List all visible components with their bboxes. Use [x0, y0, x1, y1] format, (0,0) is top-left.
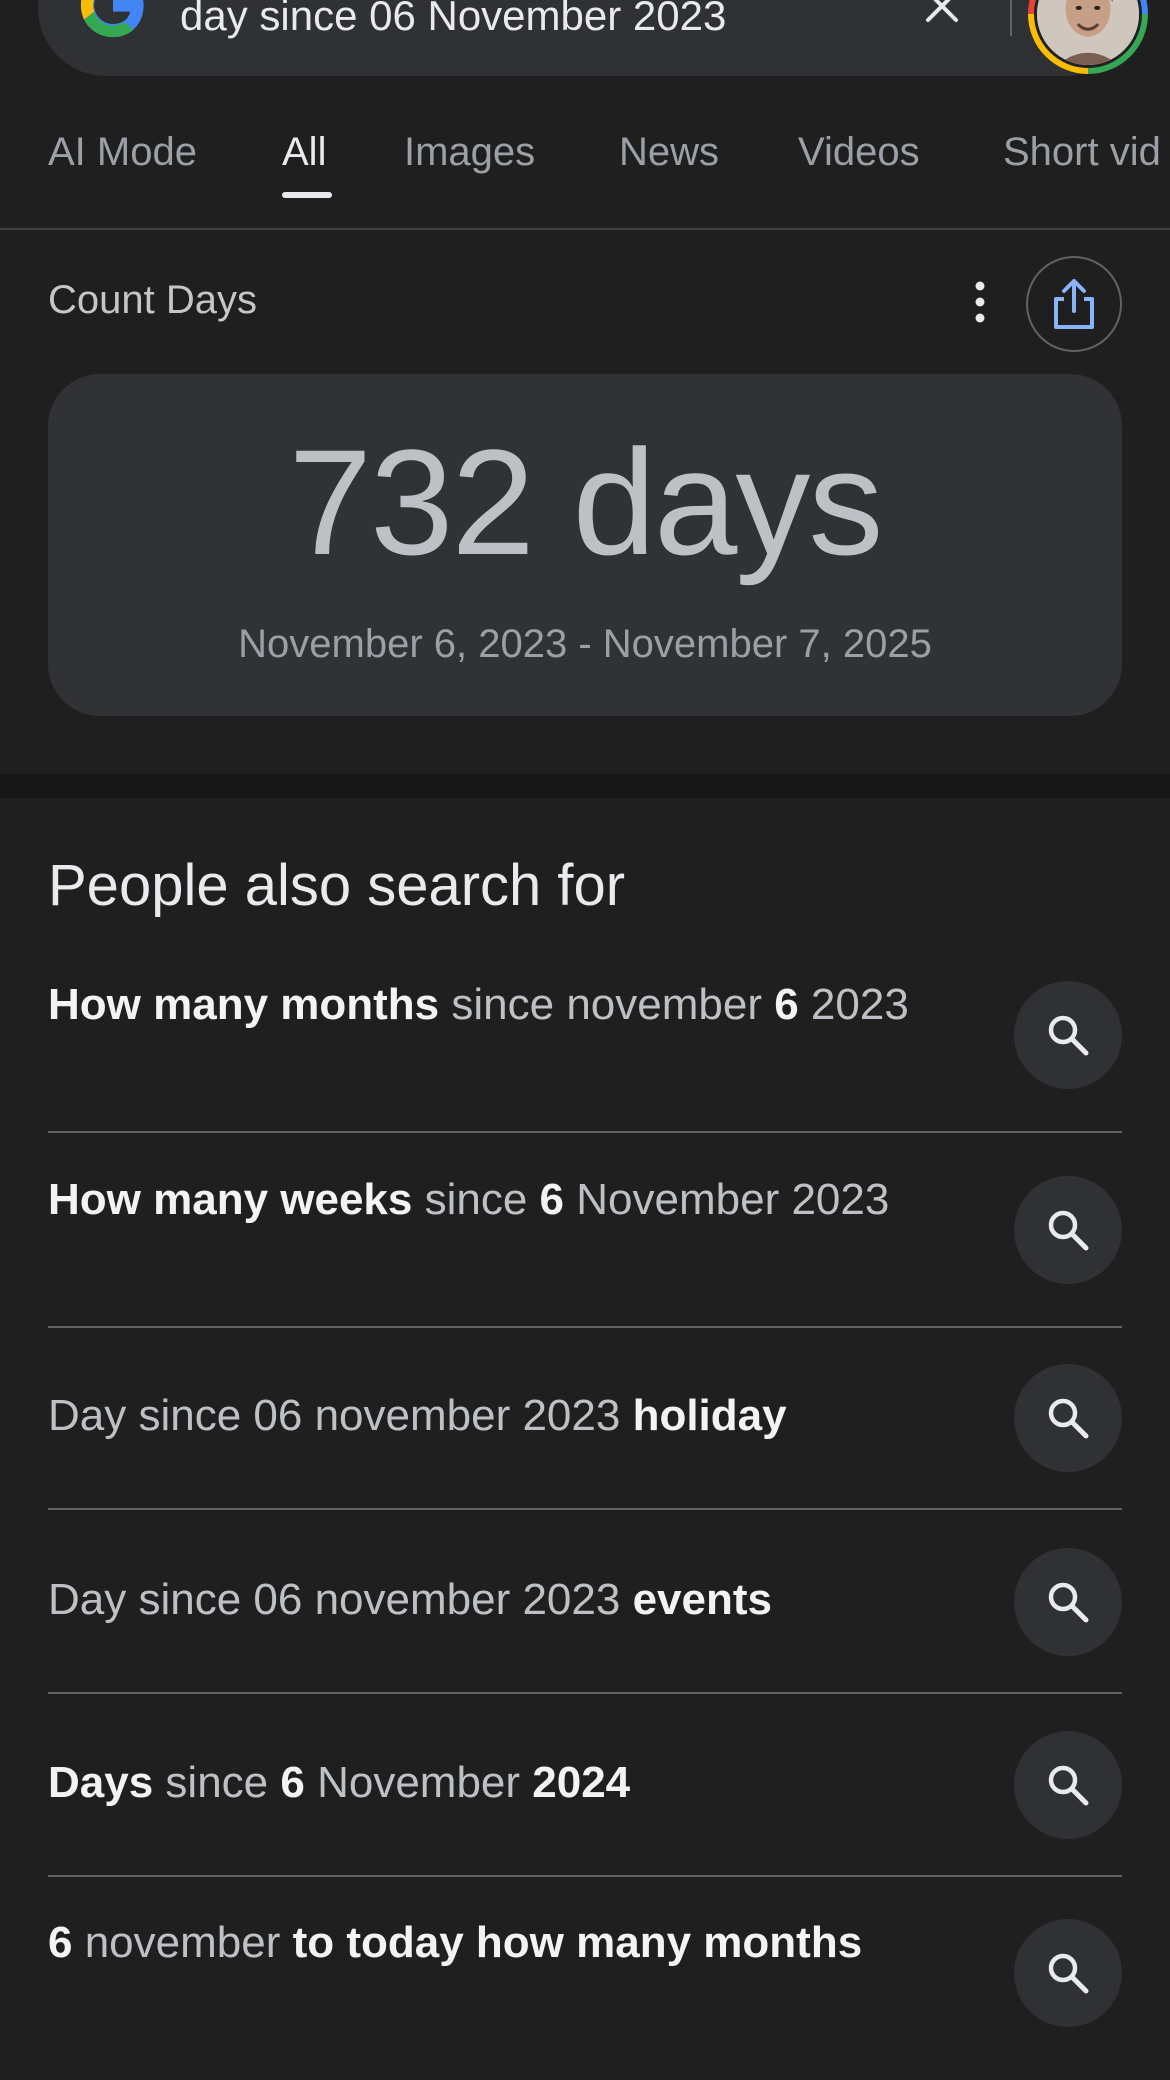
people-also-search-title: People also search for	[48, 853, 626, 918]
query-term: since november	[439, 980, 775, 1029]
highlighted-term: How many months	[48, 980, 440, 1029]
related-search-text[interactable]: Day since 06 november 2023 events	[48, 1570, 928, 1630]
more-vert-icon[interactable]	[968, 278, 992, 326]
related-search-button[interactable]	[1014, 1731, 1122, 1839]
search-icon	[1048, 1015, 1089, 1056]
google-g-icon	[80, 0, 144, 38]
tab-short-videos[interactable]: Short vid	[1003, 130, 1161, 175]
highlighted-term: Days	[48, 1758, 154, 1807]
list-divider	[48, 1508, 1122, 1510]
list-divider	[48, 1131, 1122, 1133]
highlighted-term: 6	[539, 1175, 565, 1224]
query-term: November	[304, 1758, 533, 1807]
person-icon	[1037, 0, 1139, 65]
search-icon	[1048, 1582, 1089, 1623]
query-term: November 2023	[564, 1175, 890, 1224]
related-search-button[interactable]	[1014, 1364, 1122, 1472]
search-icon	[1048, 1398, 1089, 1439]
close-icon[interactable]	[918, 0, 966, 28]
search-query[interactable]: day since 06 November 2023	[180, 0, 726, 40]
list-divider	[48, 1875, 1122, 1877]
list-divider	[48, 1326, 1122, 1328]
related-search-button[interactable]	[1014, 1176, 1122, 1284]
day-count-result: 732 days November 6, 2023 - November 7, …	[48, 374, 1122, 716]
highlighted-term: to today how many months	[292, 1918, 863, 1967]
related-search-text[interactable]: 6 november to today how many months	[48, 1913, 928, 1973]
count-card-title: Count Days	[48, 278, 257, 322]
share-icon	[1054, 279, 1094, 329]
list-divider	[48, 1692, 1122, 1694]
section-divider	[0, 774, 1170, 798]
search-tabs: AI Mode All Images News Videos Short vid	[0, 110, 1170, 230]
related-search-button[interactable]	[1014, 981, 1122, 1089]
active-tab-indicator	[282, 192, 332, 198]
date-range: November 6, 2023 - November 7, 2025	[238, 622, 932, 666]
related-search-text[interactable]: How many months since november 6 2023	[48, 975, 928, 1035]
search-bar-divider	[1010, 0, 1012, 36]
account-avatar[interactable]	[1028, 0, 1148, 74]
highlighted-term: events	[632, 1575, 772, 1624]
search-bar[interactable]: day since 06 November 2023	[38, 0, 1148, 76]
related-search-button[interactable]	[1014, 1919, 1122, 2027]
avatar-photo	[1034, 0, 1142, 68]
tab-ai-mode[interactable]: AI Mode	[48, 130, 197, 175]
search-icon	[1048, 1765, 1089, 1806]
related-search-button[interactable]	[1014, 1548, 1122, 1656]
search-icon	[1048, 1953, 1089, 1994]
query-term: 2023	[798, 980, 909, 1029]
highlighted-term: 6	[280, 1758, 305, 1807]
query-term: Day since 06 november 2023	[48, 1575, 633, 1624]
query-term: since	[412, 1175, 540, 1224]
tab-news[interactable]: News	[619, 130, 719, 175]
tab-images[interactable]: Images	[404, 130, 535, 175]
query-term: Day since 06 november 2023	[48, 1391, 633, 1440]
day-count-value: 732 days	[288, 418, 884, 586]
search-results-page: day since 06 November 2023 AI Mode All I…	[0, 0, 1170, 2080]
highlighted-term: holiday	[632, 1391, 787, 1440]
search-icon	[1048, 1210, 1089, 1251]
highlighted-term: 6	[774, 980, 799, 1029]
related-search-text[interactable]: Day since 06 november 2023 holiday	[48, 1386, 928, 1446]
highlighted-term: 2024	[532, 1758, 631, 1807]
query-term: since	[153, 1758, 281, 1807]
tab-all[interactable]: All	[282, 130, 326, 175]
share-button[interactable]	[1026, 256, 1122, 352]
highlighted-term: How many weeks	[48, 1175, 413, 1224]
query-term: november	[72, 1918, 293, 1967]
highlighted-term: 6	[48, 1918, 73, 1967]
related-search-text[interactable]: Days since 6 November 2024	[48, 1753, 928, 1813]
related-search-text[interactable]: How many weeks since 6 November 2023	[48, 1170, 928, 1230]
tab-videos[interactable]: Videos	[798, 130, 920, 175]
